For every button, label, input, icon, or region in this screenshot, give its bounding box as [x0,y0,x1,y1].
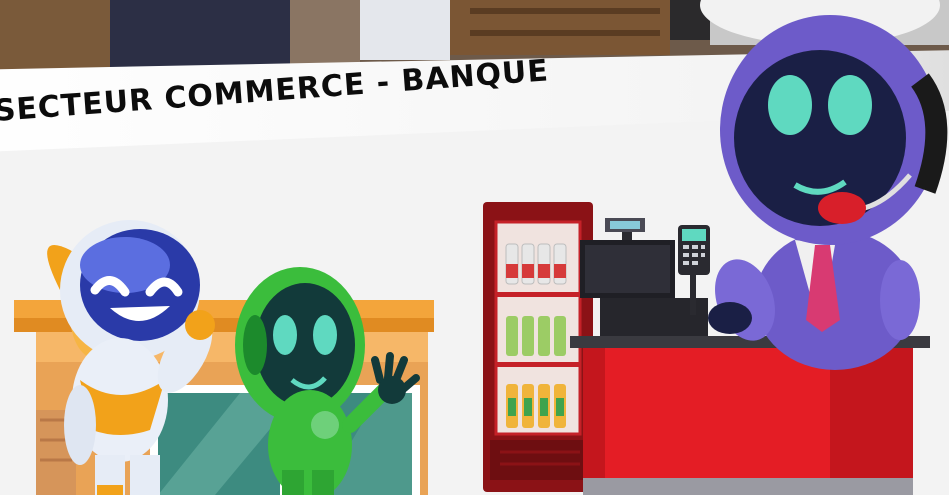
purple-cashier-robot [708,15,948,370]
scene: SECTEUR COMMERCE - BANQUE [0,0,949,495]
cash-register [580,218,710,338]
illustration [14,15,948,495]
